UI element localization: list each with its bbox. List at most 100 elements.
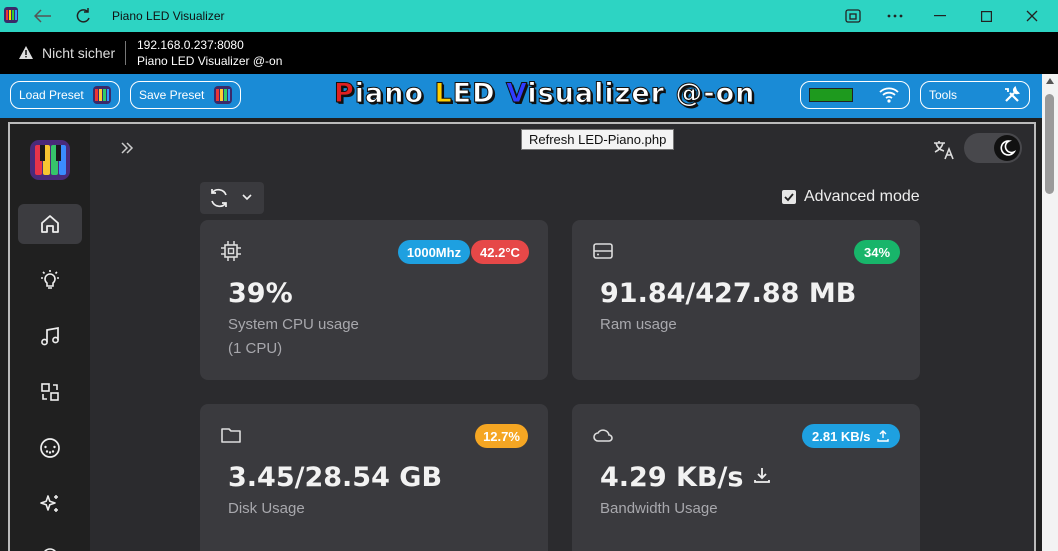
brand-text-iano: iano xyxy=(354,78,435,110)
main-content: Refresh LED-Piano.php Advanced mode 1000… xyxy=(90,124,1034,551)
minimize-button[interactable] xyxy=(926,0,954,32)
status-bar xyxy=(809,88,853,102)
home-icon xyxy=(41,215,59,233)
advanced-mode-checkbox[interactable] xyxy=(782,190,796,204)
embedded-page: Refresh LED-Piano.php Advanced mode 1000… xyxy=(8,122,1036,551)
bandwidth-value: 4.29 KB/s xyxy=(600,462,771,493)
folder-icon xyxy=(221,428,241,443)
sidebar-logo-icon xyxy=(30,140,70,180)
brand-letter-v: V xyxy=(505,78,528,110)
sidebar-item-home[interactable] xyxy=(18,204,82,244)
page-title: Piano LED Visualizer @-on xyxy=(137,54,283,68)
save-preset-button[interactable]: Save Preset xyxy=(130,81,241,109)
cpu-usage-value: 39% xyxy=(228,278,293,309)
cpu-card: 1000Mhz 42.2°C 39% System CPU usage (1 C… xyxy=(200,220,548,380)
sidebar-item-more[interactable] xyxy=(18,536,82,551)
brand-text-isualizer: isualizer @-on xyxy=(527,78,756,110)
bandwidth-card: 2.81 KB/s 4.29 KB/s Bandwidth Usage xyxy=(572,404,920,551)
check-icon xyxy=(784,193,794,202)
sidebar xyxy=(10,124,90,551)
close-button[interactable] xyxy=(1018,0,1046,32)
ram-usage-label: Ram usage xyxy=(600,316,677,333)
cpu-frequency-badge: 1000Mhz xyxy=(398,240,470,264)
warning-icon xyxy=(19,46,33,59)
refresh-interval-dropdown[interactable] xyxy=(200,182,264,214)
scroll-up-icon[interactable] xyxy=(1046,78,1054,84)
chevron-down-icon xyxy=(242,194,252,201)
more-options-button[interactable] xyxy=(882,0,908,32)
url-text[interactable]: 192.168.0.237:8080 xyxy=(137,38,244,52)
arrow-left-icon xyxy=(34,9,51,23)
refresh-tooltip: Refresh LED-Piano.php xyxy=(521,129,675,150)
upload-icon xyxy=(876,430,889,442)
load-preset-button[interactable]: Load Preset xyxy=(10,81,120,109)
address-divider xyxy=(125,41,126,65)
brand-text-ed: ED xyxy=(452,78,506,110)
sidebar-item-midi[interactable] xyxy=(18,428,82,468)
cpu-count-label: (1 CPU) xyxy=(228,340,283,357)
maximize-icon xyxy=(980,10,992,22)
sidebar-item-ledsettings[interactable] xyxy=(18,260,82,300)
ram-usage-value: 91.84/427.88 MB xyxy=(600,278,857,309)
page-scrollbar[interactable] xyxy=(1042,74,1058,551)
cloud-icon xyxy=(593,429,613,442)
sidebar-item-sequences[interactable] xyxy=(18,484,82,524)
save-preset-label: Save Preset xyxy=(139,88,205,102)
bandwidth-label: Bandwidth Usage xyxy=(600,500,718,517)
download-speed-value: 4.29 KB/s xyxy=(600,462,744,493)
settings-icon xyxy=(44,548,56,551)
brand-title: Piano LED Visualizer @-on xyxy=(334,78,756,110)
disk-card: 12.7% 3.45/28.54 GB Disk Usage xyxy=(200,404,548,551)
maximize-button[interactable] xyxy=(972,0,1000,32)
refresh-icon xyxy=(211,188,227,208)
minimize-icon xyxy=(934,15,946,17)
address-bar[interactable]: Nicht sicher 192.168.0.237:8080 Piano LE… xyxy=(0,32,1058,74)
theme-toggle[interactable] xyxy=(964,133,1022,163)
upload-speed-value: 2.81 KB/s xyxy=(812,428,871,444)
music-icon xyxy=(41,326,59,346)
ports-icon xyxy=(41,383,59,401)
app-available-button[interactable] xyxy=(840,0,866,32)
ellipsis-icon xyxy=(887,14,903,18)
disk-usage-value: 3.45/28.54 GB xyxy=(228,462,443,493)
sparkles-icon xyxy=(40,495,58,512)
window-title: Piano LED Visualizer xyxy=(112,9,225,23)
piano-logo-icon xyxy=(214,86,232,104)
wifi-icon xyxy=(879,87,899,103)
tools-button[interactable]: Tools xyxy=(920,81,1030,109)
disk-usage-label: Disk Usage xyxy=(228,500,305,517)
cpu-temperature-badge: 42.2°C xyxy=(471,240,529,264)
ram-card: 34% 91.84/427.88 MB Ram usage xyxy=(572,220,920,380)
embedded-scrollbar[interactable] xyxy=(1026,124,1034,551)
app-logo-icon xyxy=(4,7,18,23)
moon-icon xyxy=(1000,140,1016,156)
midi-icon xyxy=(40,438,60,458)
translate-icon[interactable] xyxy=(932,138,956,162)
connection-status[interactable] xyxy=(800,81,910,109)
bulb-icon xyxy=(41,270,59,289)
brand-letter-p: P xyxy=(334,78,355,110)
load-preset-label: Load Preset xyxy=(19,88,84,102)
ram-percent-badge: 34% xyxy=(854,240,900,264)
disk-percent-badge: 12.7% xyxy=(475,424,528,448)
cpu-usage-label: System CPU usage xyxy=(228,316,359,333)
security-status[interactable]: Nicht sicher xyxy=(42,45,115,61)
tools-icon xyxy=(1005,86,1021,102)
tools-label: Tools xyxy=(929,88,958,102)
sidebar-item-ports[interactable] xyxy=(18,372,82,412)
app-install-icon xyxy=(845,9,861,23)
expand-sidebar-icon[interactable] xyxy=(120,142,134,154)
scroll-thumb[interactable] xyxy=(1045,94,1054,194)
app-header: Load Preset Save Preset Piano LED Visual… xyxy=(0,74,1042,118)
brand-letter-l: L xyxy=(434,78,453,110)
advanced-mode-label[interactable]: Advanced mode xyxy=(804,188,920,206)
close-icon xyxy=(1026,10,1038,22)
back-button[interactable] xyxy=(30,0,56,32)
window-titlebar: Piano LED Visualizer xyxy=(0,0,1058,32)
download-icon xyxy=(753,468,770,483)
refresh-button[interactable] xyxy=(70,0,96,32)
upload-speed-badge: 2.81 KB/s xyxy=(802,424,900,448)
server-icon xyxy=(593,243,613,259)
cpu-icon xyxy=(221,241,241,261)
sidebar-item-songs[interactable] xyxy=(18,316,82,356)
